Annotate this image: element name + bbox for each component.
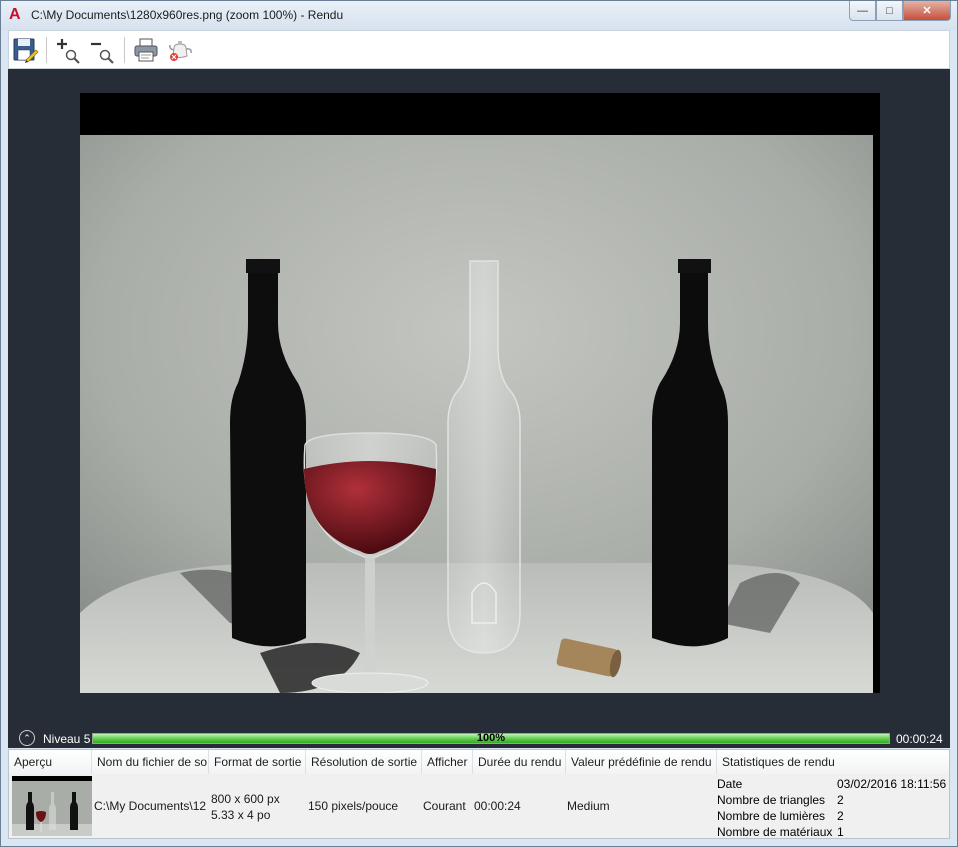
zoom-in-button[interactable] [53, 35, 83, 65]
stat-value: 1 [837, 825, 844, 839]
stat-label: Nombre de triangles [717, 793, 826, 807]
maximize-icon: □ [886, 4, 893, 17]
zoom-out-button[interactable] [87, 35, 117, 65]
preview-thumbnail[interactable] [12, 776, 92, 836]
chevron-up-icon: ⌃ [23, 733, 31, 743]
cell-preset: Medium [567, 799, 610, 813]
column-header-render-time[interactable]: Durée du rendu [473, 750, 566, 774]
render-window: A C:\My Documents\1280x960res.png (zoom … [0, 0, 958, 847]
stat-value: 03/02/2016 18:11:56 [837, 777, 947, 791]
toolbar-separator [46, 37, 47, 63]
maximize-button[interactable]: □ [876, 1, 903, 21]
render-level: Niveau 5 [43, 732, 91, 746]
cell-display: Courant [423, 799, 466, 813]
stat-label: Nombre de matériaux [717, 825, 833, 839]
render-canvas [8, 69, 950, 730]
table-row[interactable]: C:\My Documents\12 800 x 600 px 5.33 x 4… [9, 774, 949, 840]
column-header-filename[interactable]: Nom du fichier de so [92, 750, 209, 774]
minimize-icon: — [857, 4, 868, 17]
close-icon: ✕ [922, 5, 932, 17]
rendered-image [80, 93, 880, 693]
zoom-in-icon [57, 39, 80, 64]
stat-value: 2 [837, 809, 844, 823]
zoom-out-icon [91, 42, 114, 64]
column-header-display[interactable]: Afficher [422, 750, 473, 774]
stat-lights: Nombre de lumières 2 [717, 808, 949, 824]
elapsed-time: 00:00:24 [896, 732, 943, 746]
stat-triangles: Nombre de triangles 2 [717, 792, 949, 808]
toolbar-separator [124, 37, 125, 63]
print-button[interactable] [131, 35, 161, 65]
cancel-render-button[interactable] [165, 35, 195, 65]
stat-value: 2 [837, 793, 844, 807]
render-history-table: Aperçu Nom du fichier de so Format de so… [8, 749, 950, 839]
cell-format-in: 5.33 x 4 po [211, 808, 271, 822]
cell-render-stats: Date 03/02/2016 18:11:56 Nombre de triang… [717, 776, 949, 840]
cell-format-px: 800 x 600 px [211, 792, 280, 806]
cell-resolution: 150 pixels/pouce [308, 799, 399, 813]
stat-materials: Nombre de matériaux 1 [717, 824, 949, 840]
column-header-preview[interactable]: Aperçu [9, 750, 92, 774]
cell-duration: 00:00:24 [474, 799, 521, 813]
stat-label: Date [717, 777, 743, 791]
column-header-render-preset[interactable]: Valeur prédéfinie de rendu [566, 750, 717, 774]
floppy-disk-icon [13, 38, 39, 63]
thumbnail-image [12, 776, 92, 836]
collapse-history-button[interactable]: ⌃ [19, 730, 35, 746]
toolbar [8, 30, 950, 69]
progress-bar: 100% [92, 732, 890, 744]
progress-percent: 100% [476, 732, 506, 744]
column-header-output-format[interactable]: Format de sortie [209, 750, 306, 774]
cell-filename: C:\My Documents\12 [94, 799, 207, 813]
column-header-render-stats[interactable]: Statistiques de rendu [717, 750, 949, 774]
save-button[interactable] [11, 35, 41, 65]
autocad-logo-icon: A [9, 6, 21, 23]
progress-row: ⌃ Niveau 5 100% 00:00:24 [8, 730, 950, 748]
window-title: C:\My Documents\1280x960res.png (zoom 10… [31, 8, 344, 22]
close-button[interactable]: ✕ [903, 1, 951, 21]
stat-date: Date 03/02/2016 18:11:56 [717, 776, 949, 792]
table-header: Aperçu Nom du fichier de so Format de so… [9, 750, 949, 775]
window-controls: — □ ✕ [849, 1, 951, 21]
stat-label: Nombre de lumières [717, 809, 826, 823]
column-header-output-resolution[interactable]: Résolution de sortie [306, 750, 422, 774]
teapot-cancel-icon [169, 41, 192, 61]
minimize-button[interactable]: — [849, 1, 876, 21]
rendered-scene [80, 93, 880, 693]
printer-icon [134, 38, 158, 62]
title-bar[interactable]: A C:\My Documents\1280x960res.png (zoom … [1, 1, 957, 30]
